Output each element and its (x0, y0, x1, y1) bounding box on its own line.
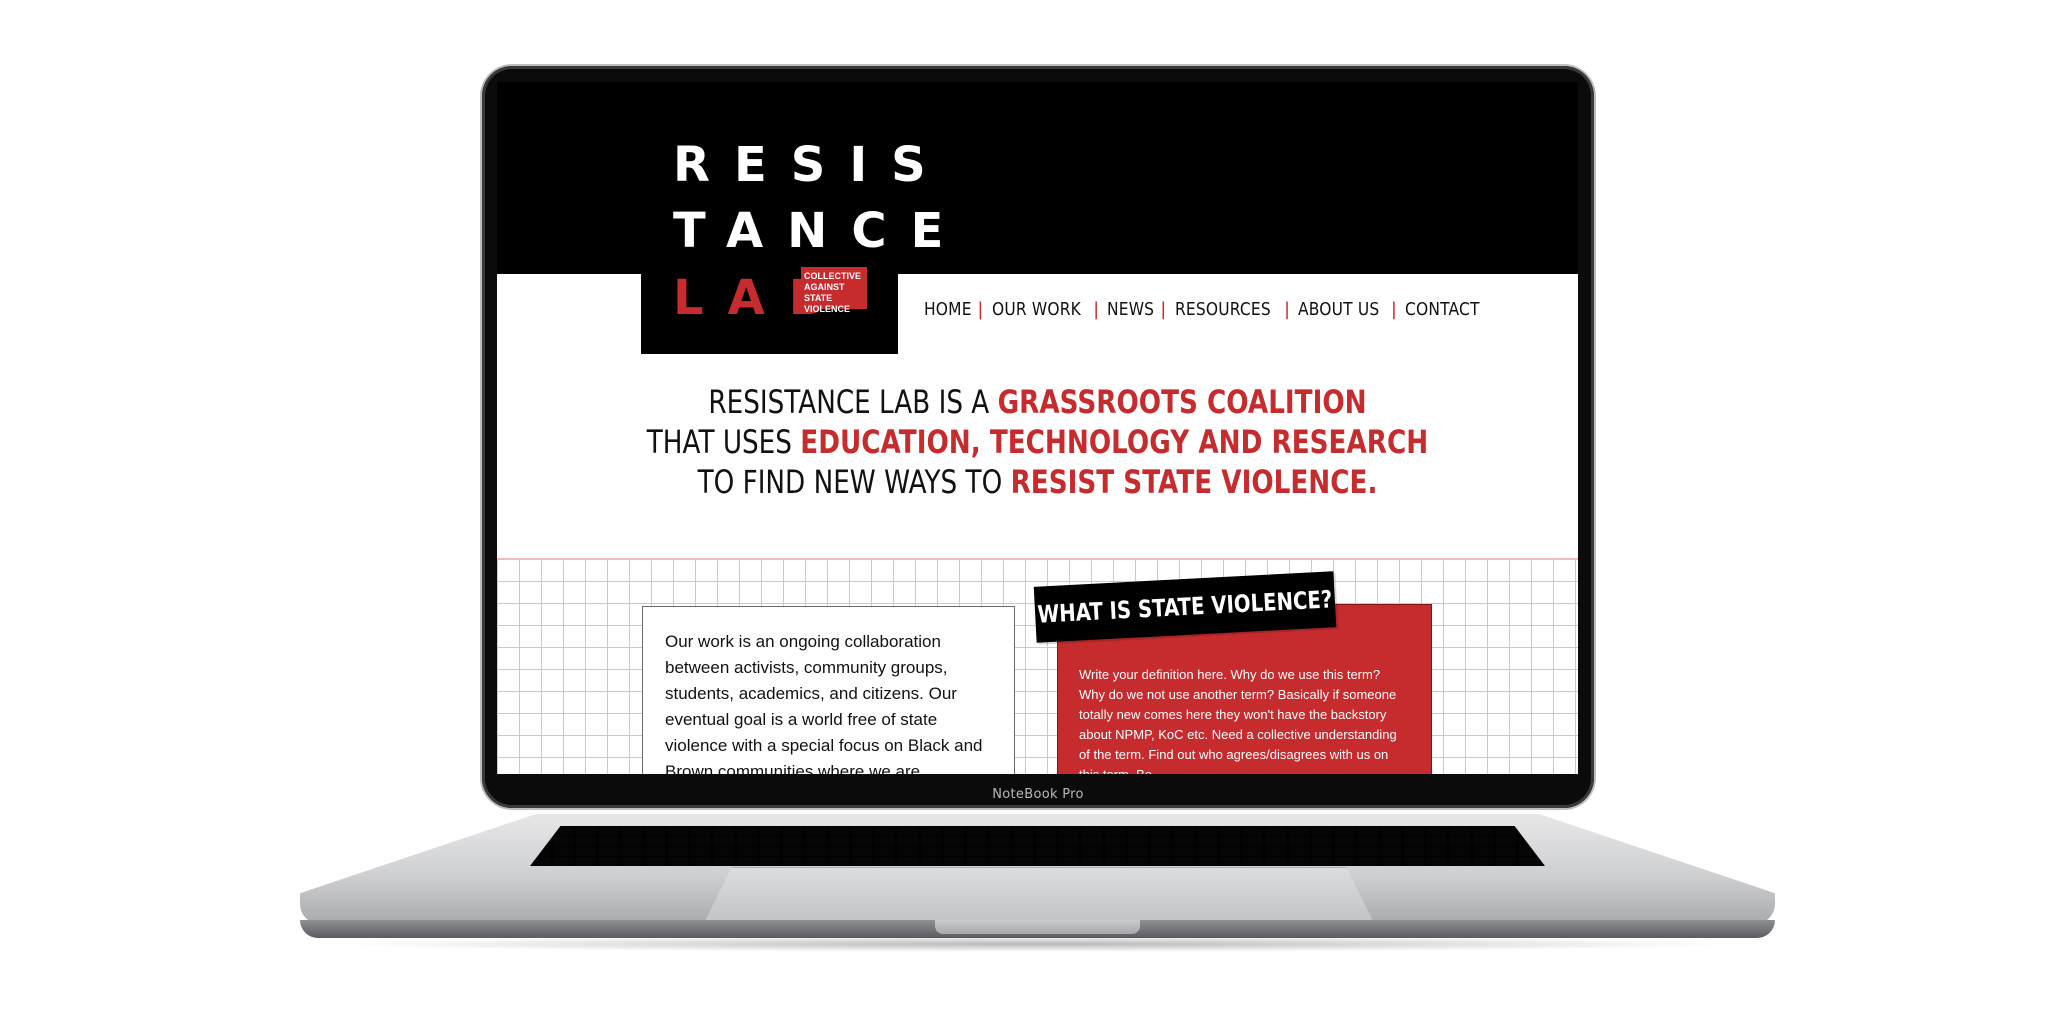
hero-accent-text: EDUCATION, TECHNOLOGY AND RESEARCH (800, 423, 1429, 461)
hero-text: THAT USES (646, 423, 801, 461)
hero-statement: RESISTANCE LAB IS A GRASSROOTS COALITION… (497, 382, 1578, 502)
nav-separator: | (1093, 298, 1100, 320)
trackpad (705, 867, 1373, 921)
nav-separator: | (1160, 298, 1167, 320)
main-nav: HOME | OUR WORK | NEWS | RESOURCES | ABOUT U… (924, 294, 1492, 324)
logo-tagline: COLLECTIVE AGAINST STATE VIOLENCE (801, 267, 867, 314)
hero-accent-text: GRASSROOTS COALITION (997, 383, 1367, 421)
state-violence-heading-text: WHAT IS STATE VIOLENCE? (1036, 585, 1334, 629)
about-card: Our work is an ongoing collaboration bet… (642, 606, 1015, 774)
keyboard (530, 826, 1545, 866)
hero-accent-text: RESIST STATE VIOLENCE. (1010, 463, 1378, 501)
nav-separator: | (1390, 298, 1398, 320)
nav-news[interactable]: NEWS (1107, 299, 1154, 320)
nav-home[interactable]: HOME (924, 299, 972, 320)
nav-contact[interactable]: CONTACT (1405, 299, 1480, 320)
laptop-brand-label: NoteBook Pro (992, 787, 1084, 802)
about-card-text: Our work is an ongoing collaboration bet… (665, 632, 983, 774)
site-logo[interactable]: RESIS TANCE LAB COLLECTIVE AGAINST STATE… (641, 82, 943, 354)
hero-text: TO FIND NEW WAYS TO (697, 463, 1011, 501)
laptop-opening-notch (935, 920, 1140, 934)
hero-line-2: THAT USES EDUCATION, TECHNOLOGY AND RESE… (594, 422, 1480, 462)
browser-screen: RESIS TANCE LAB COLLECTIVE AGAINST STATE… (497, 82, 1578, 774)
nav-separator: | (977, 298, 984, 320)
state-violence-text: Write your definition here. Why do we us… (1079, 667, 1397, 774)
nav-separator: | (1283, 298, 1291, 320)
hero-line-1: RESISTANCE LAB IS A GRASSROOTS COALITION (594, 382, 1480, 422)
logo-text-line2: TANCE (673, 203, 968, 259)
hero-line-3: TO FIND NEW WAYS TO RESIST STATE VIOLENC… (594, 462, 1480, 502)
nav-our-work[interactable]: OUR WORK (992, 299, 1081, 320)
laptop-shadow (330, 936, 1745, 952)
hero-text: RESISTANCE LAB IS A (708, 383, 998, 421)
nav-resources[interactable]: RESOURCES (1175, 299, 1271, 320)
logo-text-line1: RESIS (673, 137, 950, 193)
nav-about-us[interactable]: ABOUT US (1298, 299, 1379, 320)
